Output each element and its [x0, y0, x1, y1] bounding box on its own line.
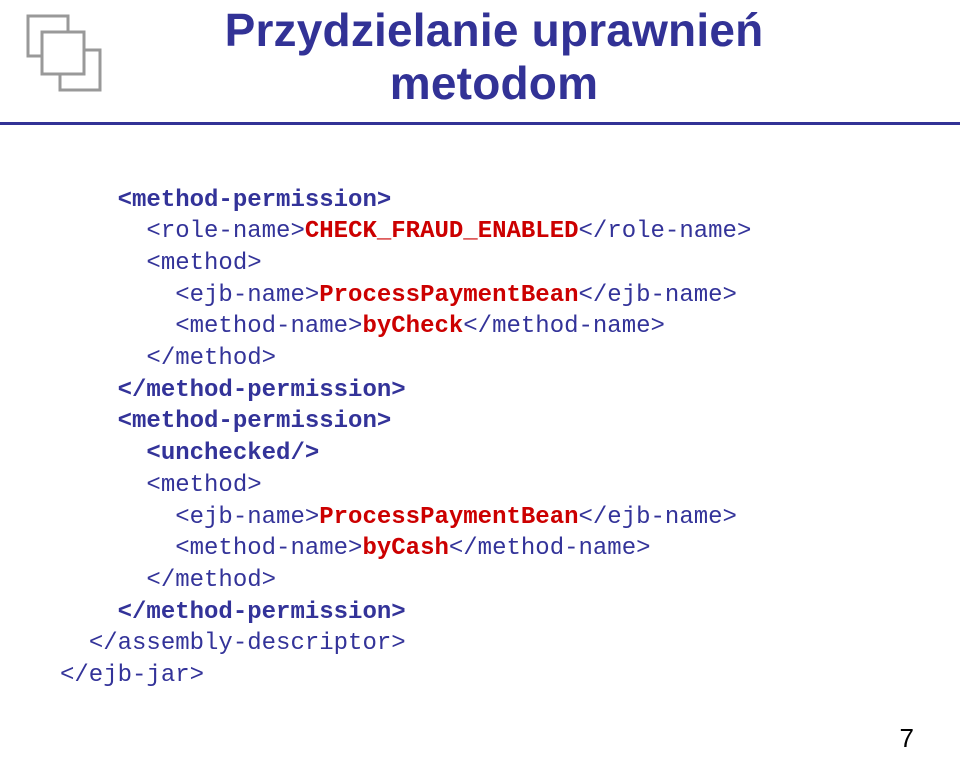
slide: Przydzielanie uprawnień metodom <method-…: [0, 0, 960, 764]
code-line: <unchecked/>: [60, 438, 960, 470]
squares-icon: [20, 10, 108, 103]
page-number: 7: [900, 723, 914, 754]
code-line: <method-name>byCash</method-name>: [60, 533, 960, 565]
title-block: Przydzielanie uprawnień metodom: [118, 4, 960, 110]
slide-header: Przydzielanie uprawnień metodom: [0, 0, 960, 125]
code-line: </assembly-descriptor>: [60, 628, 960, 660]
code-line: </ejb-jar>: [60, 660, 960, 692]
code-line: </method>: [60, 565, 960, 597]
code-line: <method-permission>: [60, 406, 960, 438]
code-line: <role-name>CHECK_FRAUD_ENABLED</role-nam…: [60, 216, 960, 248]
code-line: </method-permission>: [60, 375, 960, 407]
code-line: <ejb-name>ProcessPaymentBean</ejb-name>: [60, 502, 960, 534]
code-line: <method>: [60, 470, 960, 502]
code-line: <ejb-name>ProcessPaymentBean</ejb-name>: [60, 280, 960, 312]
code-line: <method-permission>: [60, 185, 960, 217]
code-line: </method>: [60, 343, 960, 375]
title-line-2: metodom: [118, 57, 870, 110]
title-line-1: Przydzielanie uprawnień: [118, 4, 870, 57]
code-line: </method-permission>: [60, 597, 960, 629]
code-line: <method>: [60, 248, 960, 280]
code-block: <method-permission> <role-name>CHECK_FRA…: [60, 185, 960, 692]
code-line: <method-name>byCheck</method-name>: [60, 311, 960, 343]
